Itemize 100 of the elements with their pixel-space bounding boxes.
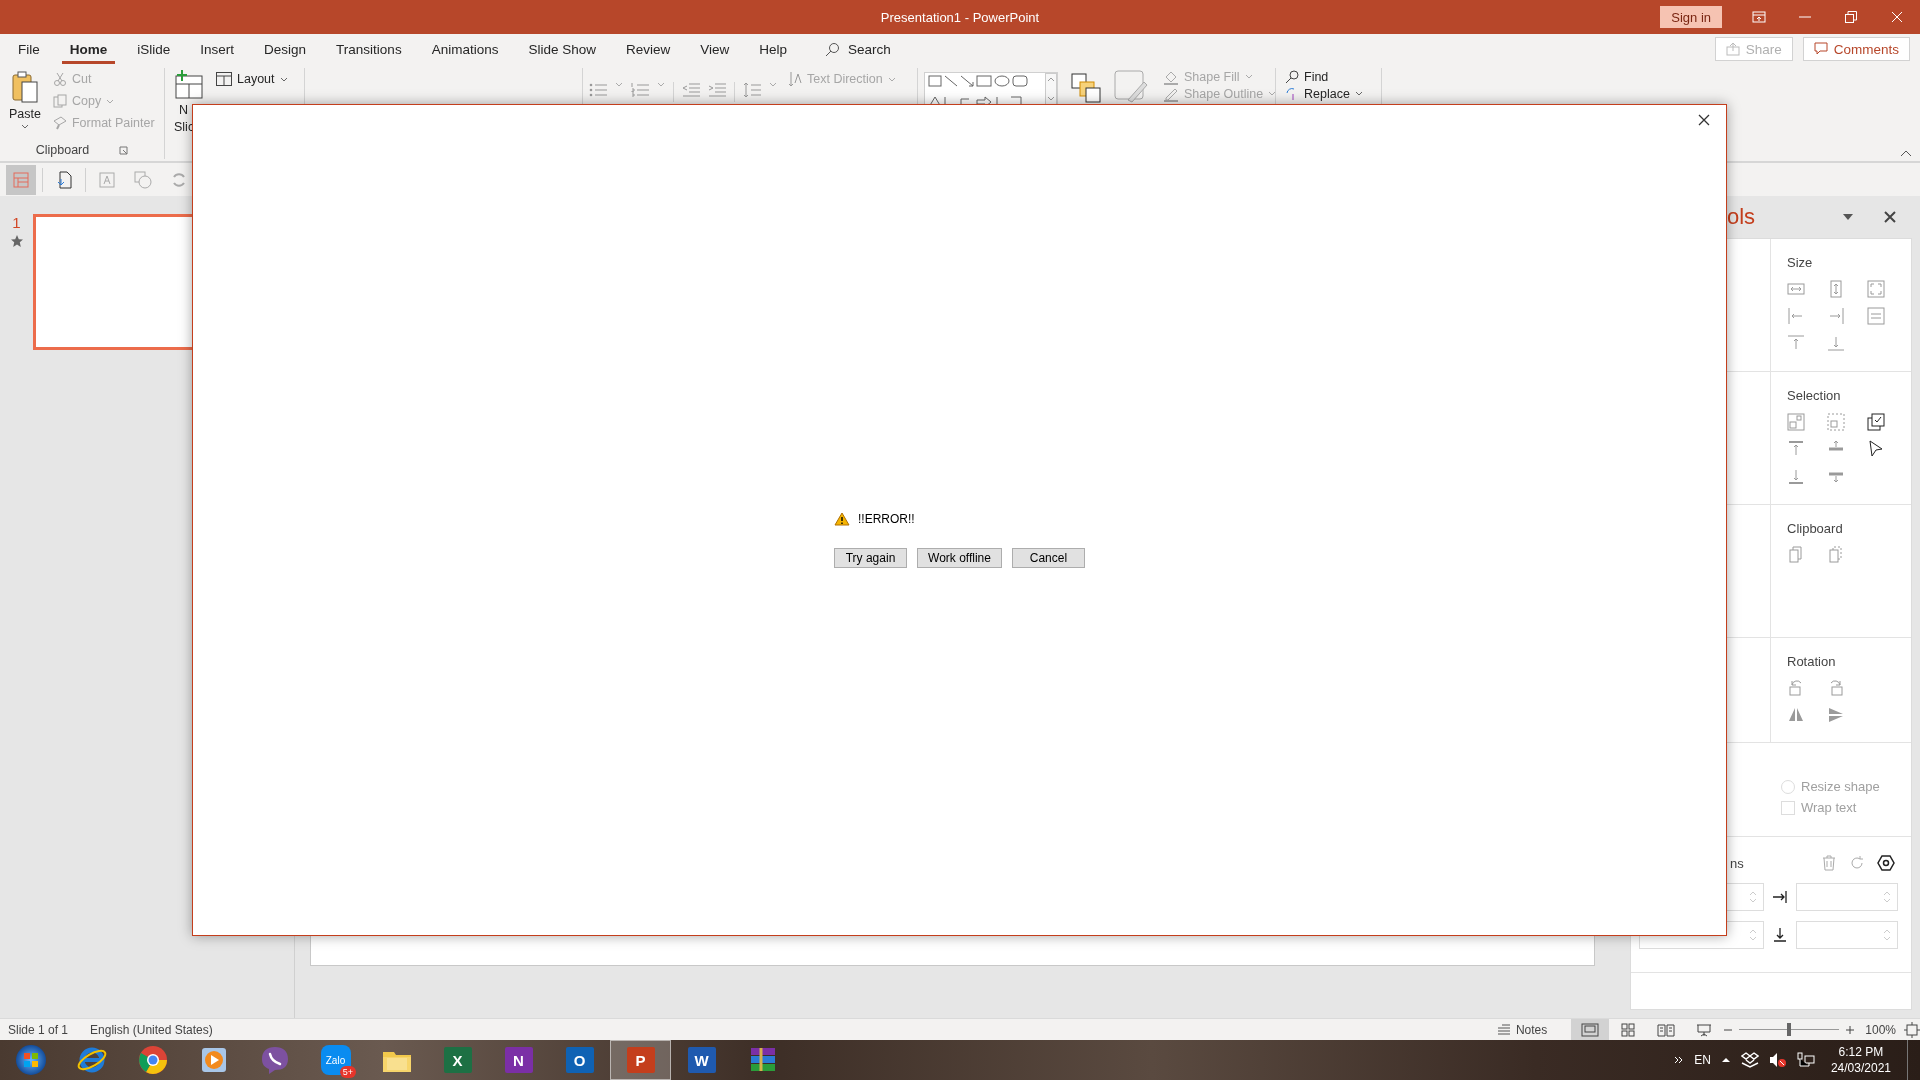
menu-tab[interactable]: Help [751,34,796,64]
slider-thumb[interactable] [1787,1023,1792,1036]
dialog-button[interactable]: Cancel [1011,548,1085,568]
menu-tab[interactable]: File [10,34,48,64]
menu-tab[interactable]: iSlide [129,34,179,64]
menu-tab[interactable]: Insert [192,34,243,64]
taskbar-button[interactable]: X [427,1040,488,1080]
taskbar-button[interactable]: W [671,1040,732,1080]
flip-vertical-icon[interactable] [1827,706,1845,724]
layout-icon[interactable] [12,170,30,189]
replace-button[interactable]: Replace [1282,85,1366,102]
text-box-icon[interactable] [98,170,116,189]
increase-indent-icon[interactable] [708,82,726,98]
close-icon[interactable] [1884,211,1896,223]
select-overlap-icon[interactable] [1827,413,1845,431]
recycle-icon[interactable] [170,170,188,189]
book-icon[interactable] [1657,1022,1676,1037]
spinner-icon[interactable] [1883,927,1891,943]
dialog-button[interactable]: Try again [834,548,908,568]
trash-icon[interactable] [1821,855,1837,871]
spinner-icon[interactable] [1883,889,1891,905]
caret-icon [615,82,623,87]
zoom-in-icon[interactable] [1845,1024,1856,1035]
taskbar-button[interactable]: N [488,1040,549,1080]
menu-tab[interactable]: Design [256,34,315,64]
projector-screen-icon[interactable] [1695,1022,1714,1037]
refresh-icon[interactable] [1849,855,1865,871]
spinner-icon[interactable] [1749,927,1757,943]
clock-date[interactable]: 24/03/2021 [1830,1060,1891,1076]
normal-view-button[interactable] [1571,1018,1610,1041]
zoom-level[interactable]: 100% [1865,1022,1896,1037]
select-above-icon[interactable] [1787,440,1805,458]
taskbar-button[interactable]: P [610,1040,671,1080]
bullets-icon[interactable] [589,82,607,98]
select-below-icon[interactable] [1787,467,1805,485]
select-inside-icon[interactable] [1787,413,1805,431]
layout-button[interactable]: Layout [213,68,291,90]
copy-icon[interactable] [1787,546,1805,564]
box-cloud-icon[interactable] [1740,1052,1759,1068]
menu-tab[interactable]: Review [618,34,679,64]
menu-tab[interactable]: Transitions [328,34,410,64]
line-spacing-icon[interactable] [743,82,761,98]
layout-button[interactable] [6,164,36,195]
notes-button[interactable]: Notes [1490,1021,1554,1038]
overflow-chevron-icon[interactable] [1674,1056,1685,1064]
ribbon-display-options-icon[interactable] [1752,10,1766,24]
panel-title: ols [1727,204,1756,230]
find-button[interactable]: Find [1282,68,1366,85]
height-icon[interactable] [1827,280,1845,298]
search-button[interactable]: Search [819,40,897,58]
align-top-edge-icon[interactable] [1787,334,1805,352]
collapse-ribbon-icon[interactable] [1900,149,1912,157]
sign-in-button[interactable]: Sign in [1660,6,1722,28]
star-icon [9,234,24,248]
notes-pane[interactable] [310,934,1595,966]
quick-styles-icon[interactable] [1114,70,1148,104]
shapes-icon[interactable] [134,170,152,189]
menu-tab[interactable]: Slide Show [520,34,604,64]
taskbar-button[interactable]: O [549,1040,610,1080]
slide-sorter-icon[interactable] [1619,1022,1638,1037]
align-left-edge-icon[interactable] [1787,307,1805,325]
taskbar-button[interactable]: Zalo 5+ [305,1040,366,1080]
language-indicator[interactable]: EN [1694,1053,1711,1067]
paste-button[interactable]: Paste [6,68,44,141]
paste-icon[interactable] [1827,546,1845,564]
menu-tab[interactable]: Animations [423,34,507,64]
fit-size-icon[interactable] [1867,280,1885,298]
spin-field[interactable] [1796,883,1898,911]
menu-tab[interactable]: View [692,34,738,64]
restore-icon[interactable] [1844,10,1858,24]
document-icon[interactable] [55,170,73,189]
normal-view-icon[interactable] [1581,1022,1600,1037]
dialog-button[interactable]: Work offline [917,548,1002,568]
align-bottom-edge-icon[interactable] [1827,334,1845,352]
spinner-icon[interactable] [1749,889,1757,905]
swap-icon[interactable] [1867,307,1885,325]
flip-horizontal-icon[interactable] [1787,706,1805,724]
show-hidden-icons-icon[interactable] [1720,1057,1731,1063]
clock-time[interactable]: 6:12 PM [1838,1044,1884,1060]
cursor-icon[interactable] [1867,440,1885,458]
width-icon[interactable] [1787,280,1805,298]
caret-icon [769,82,777,87]
network-icon[interactable] [1796,1052,1815,1068]
spin-field[interactable] [1796,921,1898,949]
hexagon-icon[interactable] [1877,854,1895,872]
dialog-launcher-icon[interactable] [119,145,129,155]
muted-speaker-icon[interactable] [1768,1052,1787,1068]
fit-to-window-icon[interactable] [1904,1021,1920,1038]
dropdown-icon[interactable] [1842,213,1854,221]
section-title: Size [1787,255,1814,270]
select-same-icon[interactable] [1867,413,1885,431]
comments-button[interactable]: Comments [1802,37,1910,61]
section-title: ns [1730,855,1744,871]
numbering-icon[interactable] [631,82,649,98]
arrange-icon[interactable] [1070,72,1102,104]
decrease-indent-icon[interactable] [682,82,700,98]
round-browser-logo-icon [136,1044,169,1076]
language-indicator: English (United States) [90,1022,213,1037]
close-icon[interactable] [1698,114,1710,126]
align-right-edge-icon[interactable] [1827,307,1845,325]
